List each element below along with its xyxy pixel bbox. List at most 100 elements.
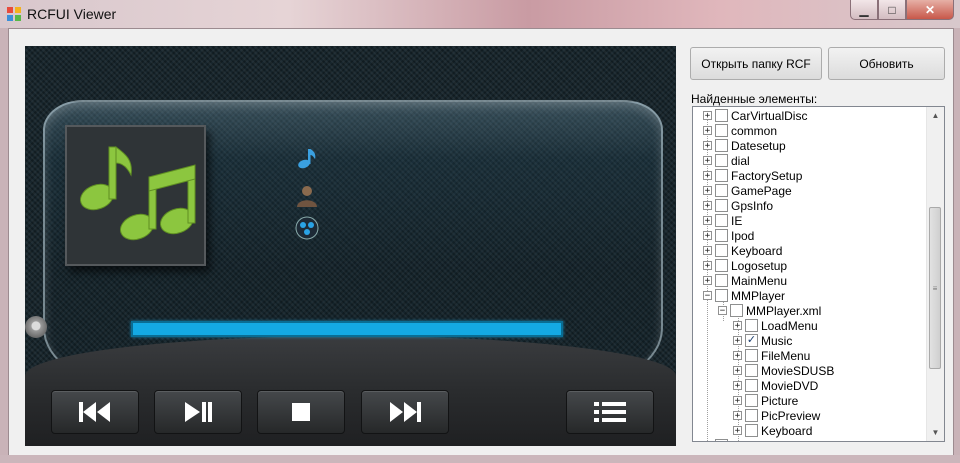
tree-item-label: PicPreview [761,408,821,423]
tree-item[interactable]: + Navi [703,438,755,442]
expand-icon[interactable]: + [733,351,742,361]
expand-icon[interactable]: + [703,156,712,166]
expand-icon[interactable]: + [733,381,742,391]
tree-item[interactable]: + Ipod [703,228,754,243]
tree-item-checkbox[interactable] [745,349,758,362]
tree-item-checkbox[interactable] [745,409,758,422]
open-rcf-folder-button[interactable]: Открыть папку RCF [690,47,822,80]
tree-item[interactable]: + Datesetup [703,138,786,153]
expand-icon[interactable]: + [703,141,712,151]
expand-icon[interactable]: + [703,111,712,121]
progress-bar[interactable] [131,321,563,337]
tree-item[interactable]: + LoadMenu [733,318,818,333]
expand-icon[interactable]: + [733,321,742,331]
tree-item[interactable]: + CarVirtualDisc [703,108,807,123]
expand-icon[interactable]: + [703,441,712,442]
tree-item-checkbox[interactable] [715,139,728,152]
tree-item[interactable]: + ✓ Music [733,333,792,348]
tree-item-label: IE [731,213,743,228]
tree-item[interactable]: + IE [703,213,742,228]
tree-scrollbar[interactable]: ▲ ≡ ▼ [926,107,944,441]
close-button[interactable]: ✕ [906,0,954,20]
tree-item[interactable]: + GpsInfo [703,198,773,213]
expand-icon[interactable]: + [703,276,712,286]
tree-item-label: Logosetup [731,258,788,273]
expand-icon[interactable]: + [703,216,712,226]
expand-icon[interactable]: + [703,246,712,256]
tree-item[interactable]: + Picture [733,393,798,408]
tree-item[interactable]: + FactorySetup [703,168,802,183]
collapse-icon[interactable]: − [718,306,727,316]
tree-item-checkbox[interactable] [715,199,728,212]
expand-icon[interactable]: + [703,261,712,271]
tree-item[interactable]: + Logosetup [703,258,787,273]
tree-item-checkbox[interactable] [745,379,758,392]
tree-item-checkbox[interactable] [715,244,728,257]
scroll-thumb[interactable]: ≡ [929,207,941,369]
tree-item-checkbox[interactable] [715,154,728,167]
tree-item-checkbox[interactable] [715,259,728,272]
tree-item[interactable]: + dial [703,153,750,168]
stop-button[interactable] [257,390,345,434]
previous-button[interactable] [51,390,139,434]
expand-icon[interactable]: + [703,171,712,181]
minimize-button[interactable]: ▁ [850,0,878,20]
tree-item-label: MovieDVD [761,378,819,393]
tree-item-label: MMPlayer.xml [746,303,822,318]
volume-knob[interactable] [25,316,47,338]
expand-icon[interactable]: + [733,396,742,406]
expand-icon[interactable]: + [703,231,712,241]
tree-item[interactable]: − MMPlayer.xml [718,303,821,318]
refresh-button[interactable]: Обновить [828,47,945,80]
tree-item-label: GpsInfo [731,198,774,213]
tree-item-checkbox[interactable] [730,304,743,317]
tree-item[interactable]: + Keyboard [703,243,782,258]
tree-item-label: Navi [731,439,755,442]
tree-item[interactable]: + GamePage [703,183,792,198]
previous-track-icon [79,402,110,422]
elements-tree[interactable]: + CarVirtualDisc + common + Datesetup + dial + Fa… [692,106,945,442]
expand-icon[interactable]: + [733,411,742,421]
tree-item-checkbox[interactable] [715,439,728,441]
tree-item[interactable]: + PicPreview [733,408,820,423]
expand-icon[interactable]: + [703,186,712,196]
tree-item-label: MainMenu [731,273,788,288]
scroll-up-arrow-icon[interactable]: ▲ [927,107,944,124]
tree-item-checkbox[interactable] [745,319,758,332]
maximize-button[interactable]: □ [878,0,906,20]
tree-item-checkbox[interactable] [715,109,728,122]
tree-item[interactable]: + Keyboard [733,423,812,438]
expand-icon[interactable]: + [733,336,742,346]
tree-item[interactable]: − MMPlayer [703,288,785,303]
tree-item-checkbox[interactable] [715,124,728,137]
expand-icon[interactable]: + [703,126,712,136]
main-window-client: Открыть папку RCF Обновить Найденные эле… [8,28,954,457]
tree-item-checkbox[interactable] [715,169,728,182]
expand-icon[interactable]: + [703,201,712,211]
playlist-icon [594,402,626,422]
tree-item-checkbox[interactable]: ✓ [745,334,758,347]
scroll-down-arrow-icon[interactable]: ▼ [927,424,944,441]
tree-item-label: FileMenu [761,348,811,363]
collapse-icon[interactable]: − [703,291,712,301]
tree-item[interactable]: + MainMenu [703,273,787,288]
expand-icon[interactable]: + [733,426,742,436]
next-button[interactable] [361,390,449,434]
tree-item-checkbox[interactable] [745,364,758,377]
tree-item-checkbox[interactable] [715,214,728,227]
expand-icon[interactable]: + [733,366,742,376]
tree-item-checkbox[interactable] [715,184,728,197]
tree-item-label: common [731,123,778,138]
tree-item-checkbox[interactable] [745,424,758,437]
playlist-button[interactable] [566,390,654,434]
tree-item-checkbox[interactable] [745,394,758,407]
tree-item[interactable]: + common [703,123,777,138]
tree-item-checkbox[interactable] [715,274,728,287]
tree-item-checkbox[interactable] [715,229,728,242]
tree-item[interactable]: + FileMenu [733,348,810,363]
play-pause-button[interactable] [154,390,242,434]
tree-item[interactable]: + MovieSDUSB [733,363,834,378]
tree-item-checkbox[interactable] [715,289,728,302]
title-bar: RCFUI Viewer ▁ □ ✕ [0,0,960,28]
tree-item[interactable]: + MovieDVD [733,378,818,393]
